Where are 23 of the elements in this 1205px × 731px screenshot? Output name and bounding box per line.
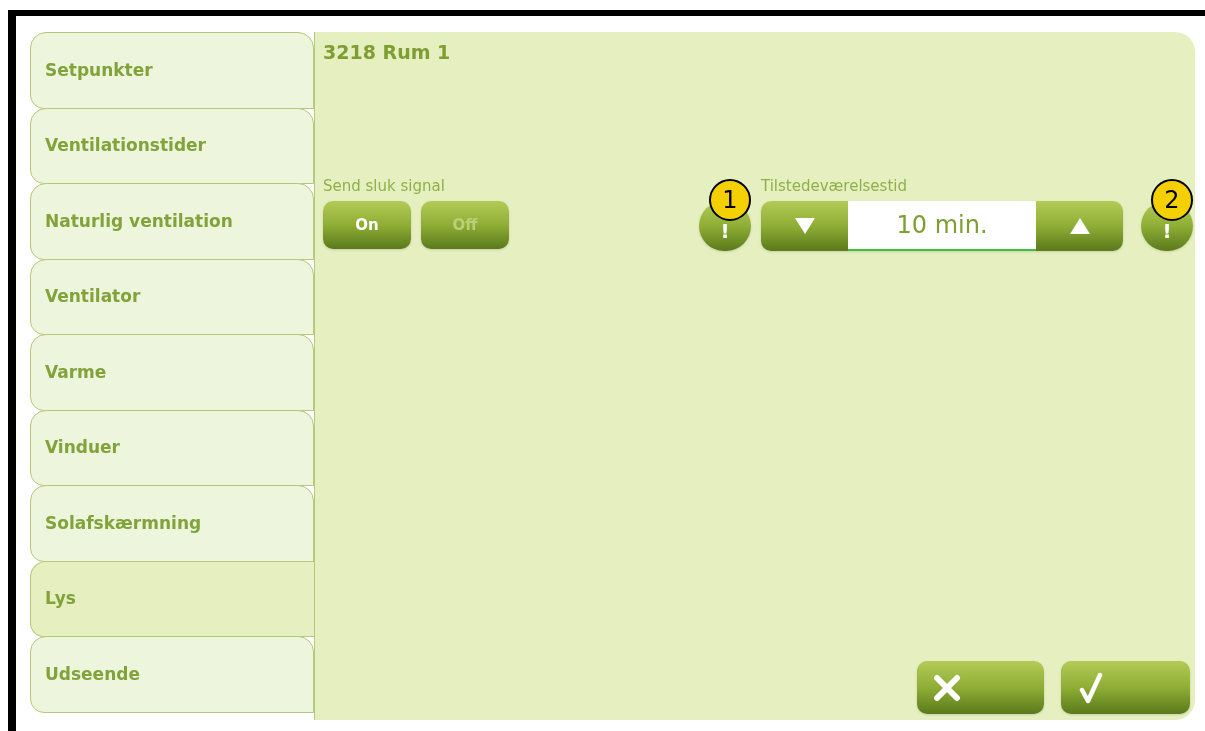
down-triangle-icon [792,216,817,236]
sidebar-tab[interactable]: Solafskærmning [30,485,314,562]
field-label: Send sluk signal [323,175,446,197]
sidebar-tab[interactable]: Setpunkter [30,32,314,109]
sidebar-tab[interactable]: Ventilator [30,258,314,335]
close-icon [933,673,961,702]
number-callout-tooltip: 2 [1151,179,1193,221]
time-value: 10 min. [848,201,1036,251]
sidebar-tab[interactable]: Ventilationstider [30,107,314,184]
sidebar-tab[interactable]: Vinduer [30,409,314,486]
up-triangle-icon [1067,216,1092,236]
number-callout-tooltip: 1 [709,179,751,221]
room-title: 3218 Rum 1 [323,40,452,65]
field-label: Tilstedeværelsestid [761,175,908,197]
sidebar-tab[interactable]: Naturlig ventilation [30,183,314,260]
sidebar-tab[interactable]: Varme [30,334,314,411]
toggle-button[interactable]: Off [421,201,509,249]
cancel-button[interactable] [917,661,1044,714]
sidebar-tab[interactable]: Lys [30,560,314,637]
sidebar-tab[interactable]: Udseende [30,636,314,713]
checkmark-icon [1079,671,1103,704]
confirm-button[interactable] [1061,661,1190,714]
toggle-button[interactable]: On [323,201,411,249]
